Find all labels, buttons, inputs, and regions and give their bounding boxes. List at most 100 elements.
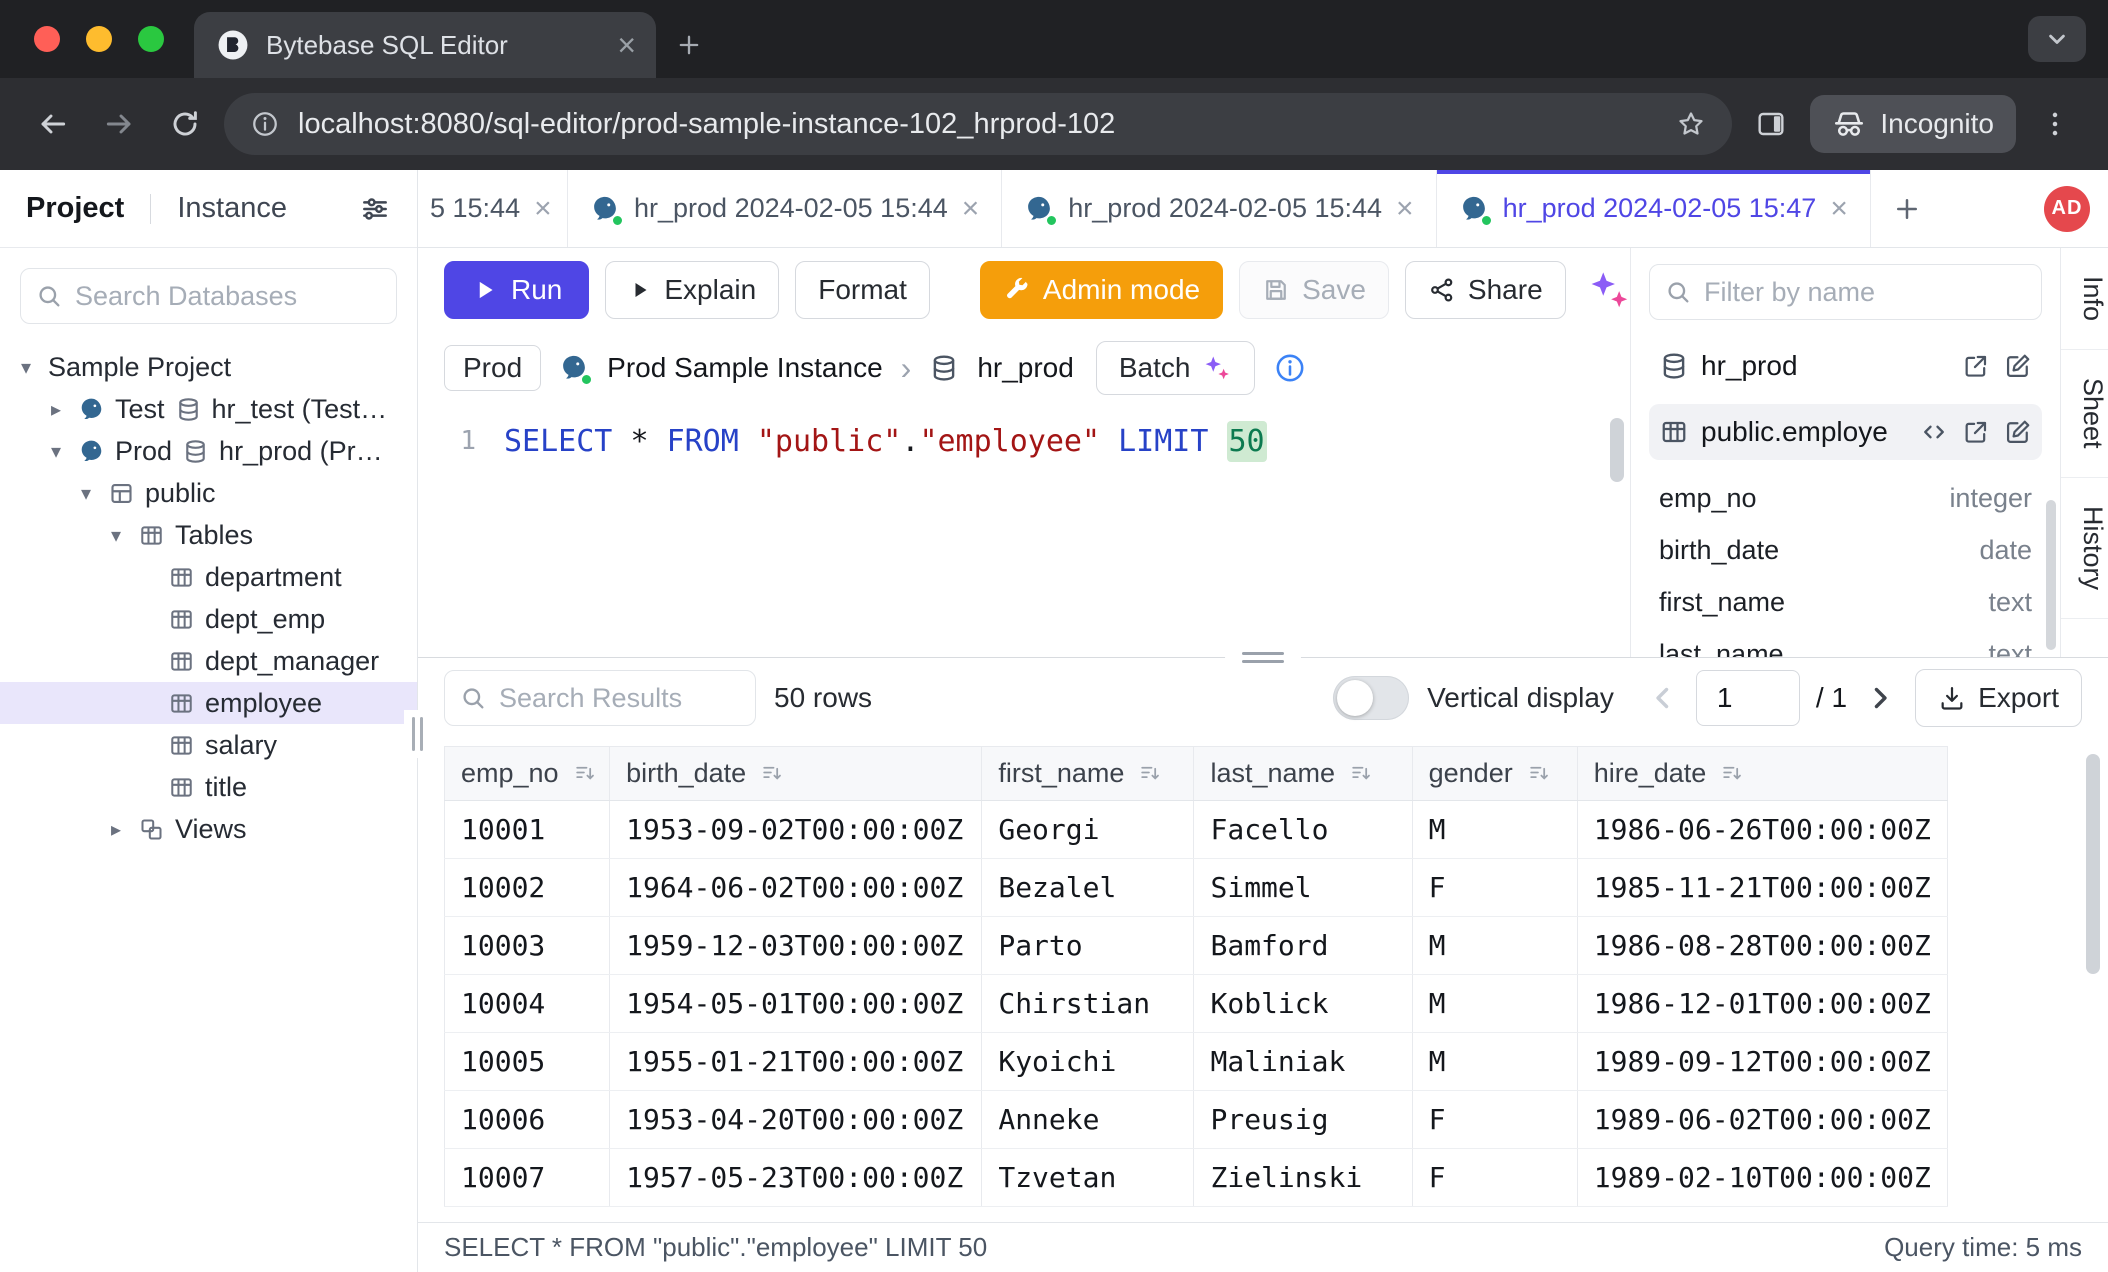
sql-editor[interactable]: 1 SELECT * FROM "public"."employee" LIMI…: [418, 404, 1630, 657]
tree-item-dept-emp[interactable]: dept_emp: [0, 598, 417, 640]
tab-close-icon[interactable]: ×: [1830, 194, 1848, 224]
schema-database-row[interactable]: hr_prod: [1649, 338, 2042, 394]
caret-right-icon[interactable]: ▸: [104, 817, 128, 842]
table-row[interactable]: 100021964-06-02T00:00:00ZBezalelSimmelF1…: [445, 859, 1948, 917]
site-info-icon[interactable]: [250, 109, 280, 139]
avatar[interactable]: AD: [2044, 186, 2090, 232]
schema-scrollbar[interactable]: [2046, 500, 2056, 650]
query-tab-active[interactable]: hr_prod 2024-02-05 15:47×: [1437, 170, 1871, 247]
table-row[interactable]: 100011953-09-02T00:00:00ZGeorgiFacelloM1…: [445, 801, 1948, 859]
schema-table-row[interactable]: public.employe: [1649, 404, 2042, 460]
column-header-hire_date[interactable]: hire_date: [1577, 747, 1947, 801]
schema-column-last_name[interactable]: last_nametext: [1649, 628, 2042, 657]
column-header-birth_date[interactable]: birth_date: [610, 747, 982, 801]
tab-close-icon[interactable]: ×: [1396, 194, 1414, 224]
tab-instance[interactable]: Instance: [177, 192, 287, 225]
edit-icon[interactable]: [2004, 418, 2032, 446]
column-header-emp_no[interactable]: emp_no: [445, 747, 610, 801]
browser-tab[interactable]: Bytebase SQL Editor ×: [194, 12, 656, 78]
tree-settings-button[interactable]: [359, 193, 391, 225]
column-header-first_name[interactable]: first_name: [982, 747, 1194, 801]
forward-button[interactable]: [92, 97, 146, 151]
tree-item-title[interactable]: title: [0, 766, 417, 808]
tree-item-sample-project[interactable]: ▾Sample Project: [0, 346, 417, 388]
macos-zoom-button[interactable]: [138, 26, 164, 52]
edit-icon[interactable]: [2004, 352, 2032, 380]
table-row[interactable]: 100051955-01-21T00:00:00ZKyoichiMaliniak…: [445, 1033, 1948, 1091]
back-button[interactable]: [26, 97, 80, 151]
tree-item-tables[interactable]: ▾Tables: [0, 514, 417, 556]
browser-menu-button[interactable]: [2028, 97, 2082, 151]
tree-item-employee[interactable]: employee: [0, 682, 417, 724]
tree-item-salary[interactable]: salary: [0, 724, 417, 766]
explain-button[interactable]: Explain: [605, 261, 779, 319]
tree-item-prod[interactable]: ▾Prodhr_prod (Pr…: [0, 430, 417, 472]
splitter-handle[interactable]: [1225, 647, 1301, 667]
share-button[interactable]: Share: [1405, 261, 1566, 319]
rail-tab-sheet[interactable]: Sheet: [2061, 350, 2108, 478]
tree-item-department[interactable]: department: [0, 556, 417, 598]
tab-close-icon[interactable]: ×: [534, 194, 552, 224]
column-header-last_name[interactable]: last_name: [1194, 747, 1412, 801]
tree-item-views[interactable]: ▸Views: [0, 808, 417, 850]
caret-down-icon[interactable]: ▾: [104, 523, 128, 548]
query-tab[interactable]: 5 15:44×: [418, 170, 568, 247]
sidebar-resize-handle[interactable]: [404, 710, 430, 758]
side-panel-button[interactable]: [1744, 97, 1798, 151]
external-link-icon[interactable]: [1962, 418, 1990, 446]
macos-close-button[interactable]: [34, 26, 60, 52]
tab-close-icon[interactable]: ×: [962, 194, 980, 224]
schema-column-first_name[interactable]: first_nametext: [1649, 576, 2042, 628]
external-link-icon[interactable]: [1962, 352, 1990, 380]
search-databases-input[interactable]: [75, 281, 382, 312]
breadcrumb-instance[interactable]: Prod Sample Instance: [607, 352, 883, 384]
new-tab-button[interactable]: [656, 12, 722, 78]
schema-column-birth_date[interactable]: birth_datedate: [1649, 524, 2042, 576]
admin-mode-button[interactable]: Admin mode: [980, 261, 1223, 319]
run-button[interactable]: Run: [444, 261, 589, 319]
export-button[interactable]: Export: [1915, 669, 2082, 727]
breadcrumb-database[interactable]: hr_prod: [977, 352, 1074, 384]
bookmark-star-icon[interactable]: [1676, 109, 1706, 139]
page-number-input[interactable]: [1696, 670, 1800, 726]
schema-column-emp_no[interactable]: emp_nointeger: [1649, 472, 2042, 524]
caret-down-icon[interactable]: ▾: [14, 355, 38, 380]
rail-tab-info[interactable]: Info: [2061, 248, 2108, 350]
tree-item-public[interactable]: ▾public: [0, 472, 417, 514]
sql-token: SELECT: [504, 424, 612, 459]
query-tab[interactable]: hr_prod 2024-02-05 15:44×: [568, 170, 1002, 247]
caret-right-icon[interactable]: ▸: [44, 397, 68, 422]
next-page-button[interactable]: [1863, 681, 1897, 715]
code-icon[interactable]: [1920, 418, 1948, 446]
table-row[interactable]: 100041954-05-01T00:00:00ZChirstianKoblic…: [445, 975, 1948, 1033]
search-results-input[interactable]: [499, 683, 741, 714]
results-scrollbar[interactable]: [2086, 754, 2100, 974]
tab-project[interactable]: Project: [26, 192, 124, 225]
connection-info-button[interactable]: [1273, 351, 1307, 385]
table-row[interactable]: 100071957-05-23T00:00:00ZTzvetanZielinsk…: [445, 1149, 1948, 1207]
tree-item-test[interactable]: ▸Testhr_test (Test…: [0, 388, 417, 430]
batch-button[interactable]: Batch: [1096, 341, 1256, 395]
environment-badge[interactable]: Prod: [444, 345, 541, 391]
new-query-tab-button[interactable]: [1871, 170, 1943, 247]
tab-close-icon[interactable]: ×: [617, 29, 636, 61]
ai-assistant-button[interactable]: [1586, 267, 1630, 313]
reload-button[interactable]: [158, 97, 212, 151]
query-tab[interactable]: hr_prod 2024-02-05 15:44×: [1002, 170, 1436, 247]
prev-page-button[interactable]: [1646, 681, 1680, 715]
filter-by-name-input[interactable]: [1704, 277, 2027, 308]
editor-scrollbar[interactable]: [1610, 418, 1624, 482]
address-bar[interactable]: localhost:8080/sql-editor/prod-sample-in…: [224, 93, 1732, 155]
table-row[interactable]: 100031959-12-03T00:00:00ZPartoBamfordM19…: [445, 917, 1948, 975]
macos-minimize-button[interactable]: [86, 26, 112, 52]
format-button[interactable]: Format: [795, 261, 930, 319]
vertical-display-toggle[interactable]: [1333, 676, 1409, 720]
tab-search-button[interactable]: [2028, 16, 2086, 62]
table-row[interactable]: 100061953-04-20T00:00:00ZAnnekePreusigF1…: [445, 1091, 1948, 1149]
caret-down-icon[interactable]: ▾: [44, 439, 68, 464]
tree-item-dept-manager[interactable]: dept_manager: [0, 640, 417, 682]
caret-down-icon[interactable]: ▾: [74, 481, 98, 506]
column-header-gender[interactable]: gender: [1412, 747, 1577, 801]
save-button[interactable]: Save: [1239, 261, 1389, 319]
rail-tab-history[interactable]: History: [2061, 478, 2108, 619]
